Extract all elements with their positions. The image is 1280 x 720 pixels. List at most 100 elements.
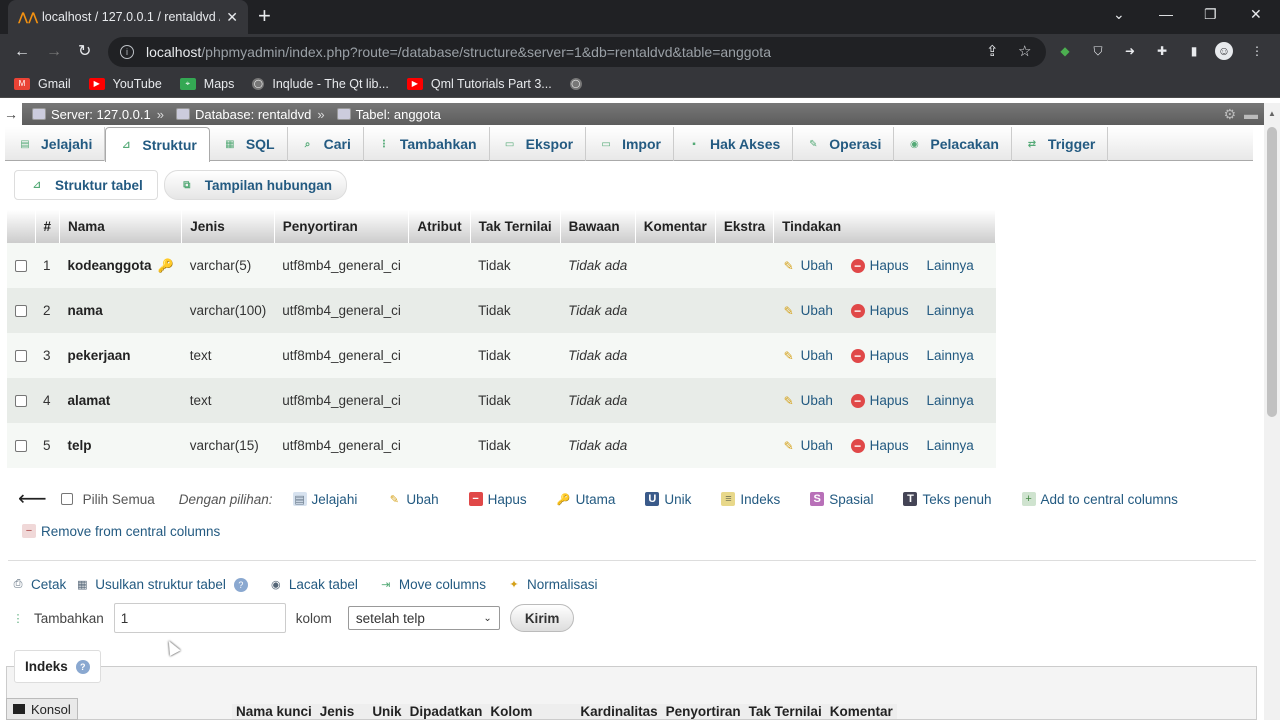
bookmark-maps[interactable]: ⌖ Maps — [179, 77, 234, 91]
propose-structure-link[interactable]: ▦ Usulkan struktur tabel? — [74, 577, 248, 592]
extension-icon[interactable]: ➜ — [1121, 42, 1139, 60]
bookmark-globe[interactable]: ◯ — [569, 77, 590, 90]
drop-link[interactable]: − Hapus — [850, 258, 909, 273]
bulk-unique-button[interactable]: U Unik — [645, 489, 691, 509]
move-columns-link[interactable]: ⇥ Move columns — [378, 577, 486, 592]
tab-hak-akses[interactable]: ▪ Hak Akses — [674, 127, 794, 161]
bulk-edit-button[interactable]: ✎ Ubah — [387, 489, 439, 509]
indexes-table-header: Nama kunci Jenis Unik Dipadatkan Kolom K… — [232, 704, 897, 719]
browser-tab[interactable]: ⋀⋀ localhost / 127.0.0.1 / rentaldvd / ✕ — [8, 0, 248, 34]
more-link[interactable]: Lainnya — [926, 393, 973, 408]
breadcrumb-database[interactable]: Database: rentaldvd » — [175, 107, 331, 122]
column-count-input[interactable] — [113, 603, 286, 633]
edit-link[interactable]: ✎ Ubah — [782, 258, 833, 273]
bulk-remove-central-button[interactable]: − Remove from central columns — [22, 521, 220, 541]
help-icon[interactable]: ? — [75, 659, 90, 674]
edit-link[interactable]: ✎ Ubah — [782, 393, 833, 408]
edit-link[interactable]: ✎ Ubah — [782, 348, 833, 363]
bulk-add-central-button[interactable]: + Add to central columns — [1021, 489, 1178, 509]
new-tab-icon[interactable]: + — [258, 4, 271, 28]
back-icon[interactable]: ← — [14, 42, 30, 62]
more-link[interactable]: Lainnya — [926, 258, 973, 273]
row-checkbox[interactable] — [15, 350, 27, 363]
column-position-select[interactable]: setelah telp ⌄ — [347, 606, 500, 630]
tab-cari[interactable]: ⌕ Cari — [288, 127, 364, 161]
tab-struktur[interactable]: ⊿ Struktur — [105, 127, 210, 162]
bulk-browse-button[interactable]: ▤ Jelajahi — [292, 489, 357, 509]
edit-link[interactable]: ✎ Ubah — [782, 303, 833, 318]
drop-link[interactable]: − Hapus — [850, 303, 909, 318]
site-info-icon[interactable]: i — [120, 45, 134, 59]
bulk-fulltext-button[interactable]: T Teks penuh — [903, 489, 992, 509]
scroll-up-icon[interactable]: ▲ — [1268, 109, 1276, 118]
track-table-link[interactable]: ◉ Lacak tabel — [268, 577, 358, 592]
help-icon[interactable]: ? — [233, 577, 248, 592]
address-bar[interactable]: i localhost /phpmyadmin/index.php?route=… — [108, 37, 1046, 67]
more-link[interactable]: Lainnya — [926, 348, 973, 363]
puzzle-extensions-icon[interactable]: ✚ — [1153, 42, 1171, 60]
bulk-drop-button[interactable]: − Hapus — [468, 489, 527, 509]
breadcrumb-server[interactable]: Server: 127.0.0.1 » — [32, 107, 170, 122]
tab-pelacakan[interactable]: ◉ Pelacakan — [894, 127, 1012, 161]
window-close-icon[interactable]: ✕ — [1250, 6, 1262, 23]
shield-extension-icon[interactable]: ⛉ — [1089, 42, 1107, 60]
indexes-title: Indeks? — [14, 650, 101, 683]
forward-icon[interactable]: → — [46, 42, 62, 62]
side-panel-icon[interactable]: ▮ — [1185, 42, 1203, 60]
bulk-index-button[interactable]: ≡ Indeks — [721, 489, 780, 509]
settings-gear-icon[interactable]: ⚙ — [1223, 106, 1236, 123]
tab-label: SQL — [245, 136, 275, 152]
console-toggle[interactable]: Konsol — [6, 698, 78, 720]
minimize-icon[interactable]: — — [1159, 6, 1173, 22]
more-link[interactable]: Lainnya — [926, 303, 973, 318]
subtab-tampilan-hubungan[interactable]: ⧉ Tampilan hubungan — [163, 170, 348, 200]
scrollbar-thumb[interactable] — [1267, 127, 1277, 417]
tab-search-icon[interactable]: ⌄ — [1113, 6, 1125, 23]
table-row: 2 nama varchar(100) utf8mb4_general_ci T… — [7, 288, 996, 333]
browser-menu-icon[interactable]: ⋮ — [1248, 42, 1266, 60]
tab-jelajahi[interactable]: ▤ Jelajahi — [5, 127, 106, 161]
more-link[interactable]: Lainnya — [926, 438, 973, 453]
share-icon[interactable]: ⇪ — [986, 42, 999, 60]
page-scrollbar[interactable]: ▲ — [1264, 103, 1280, 720]
eye-icon: ◉ — [910, 138, 919, 150]
bookmark-inqlude[interactable]: ◯ Inqlude - The Qt lib... — [252, 77, 389, 91]
print-link[interactable]: ⎙ Cetak — [10, 577, 67, 592]
bulk-spatial-button[interactable]: S Spasial — [810, 489, 873, 509]
check-all[interactable]: Pilih Semua — [60, 489, 155, 509]
extension-green-icon[interactable]: ◆ — [1056, 42, 1074, 60]
row-checkbox[interactable] — [15, 395, 27, 408]
row-checkbox[interactable] — [15, 260, 27, 273]
submit-button[interactable]: Kirim — [509, 604, 575, 632]
reload-icon[interactable]: ↻ — [78, 42, 91, 62]
check-all-checkbox[interactable] — [60, 493, 73, 505]
bookmark-qml-tutorials[interactable]: ▶ Qml Tutorials Part 3... — [406, 77, 552, 91]
column-header: Jenis — [319, 704, 355, 719]
normalize-link[interactable]: ✦ Normalisasi — [506, 577, 597, 592]
drop-link[interactable]: − Hapus — [850, 438, 909, 453]
pencil-icon: ✎ — [389, 493, 399, 506]
bookmark-youtube[interactable]: ▶ YouTube — [88, 77, 162, 91]
row-checkbox[interactable] — [15, 305, 27, 318]
navigation-toggle-icon[interactable]: → — [0, 103, 22, 125]
profile-avatar[interactable]: ☺ — [1215, 42, 1233, 60]
close-tab-icon[interactable]: ✕ — [226, 9, 238, 26]
bookmark-star-icon[interactable]: ☆ — [1018, 42, 1031, 60]
collapse-icon[interactable]: ▬ — [1244, 106, 1258, 122]
bookmark-gmail[interactable]: M Gmail — [14, 77, 71, 91]
row-checkbox[interactable] — [15, 440, 27, 453]
bulk-primary-button[interactable]: 🔑 Utama — [557, 489, 616, 509]
breadcrumb-table[interactable]: Tabel: anggota — [336, 107, 441, 122]
drop-link[interactable]: − Hapus — [850, 348, 909, 363]
tab-ekspor[interactable]: ▭ Ekspor — [490, 127, 587, 161]
tab-operasi[interactable]: ✎ Operasi — [793, 127, 895, 161]
tab-sql[interactable]: ▦ SQL — [210, 127, 288, 161]
subtab-struktur-tabel[interactable]: ⊿ Struktur tabel — [14, 170, 158, 200]
restore-icon[interactable]: ❐ — [1204, 6, 1217, 23]
tab-tambahkan[interactable]: ⋮ Tambahkan — [364, 127, 490, 161]
edit-link[interactable]: ✎ Ubah — [782, 438, 833, 453]
delete-icon: − — [468, 492, 483, 506]
drop-link[interactable]: − Hapus — [850, 393, 909, 408]
tab-trigger[interactable]: ⇄ Trigger — [1012, 127, 1109, 161]
tab-impor[interactable]: ▭ Impor — [586, 127, 674, 161]
